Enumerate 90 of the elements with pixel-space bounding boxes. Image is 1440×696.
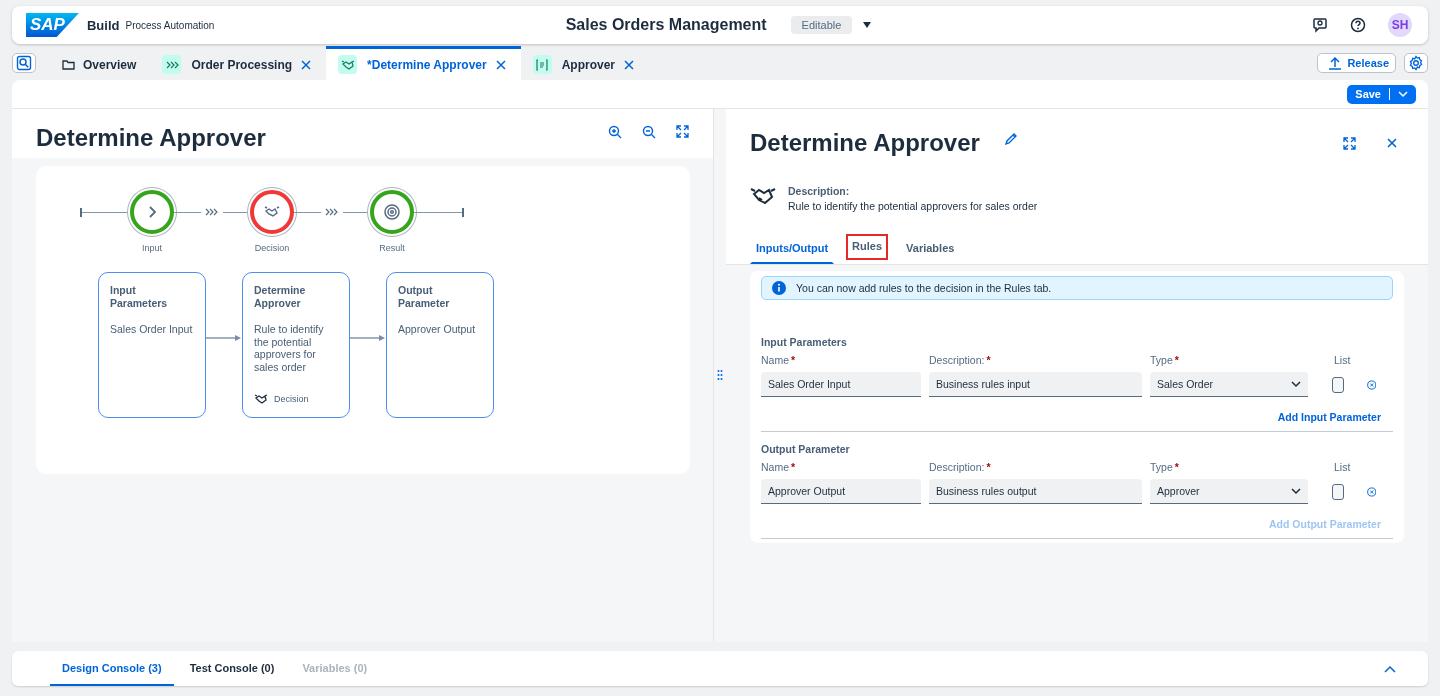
- field-label: Description: *: [929, 461, 992, 473]
- console-tab[interactable]: Design Console (3): [50, 651, 174, 686]
- type-select[interactable]: Approver: [1150, 479, 1308, 504]
- card-text: Sales Order Input: [110, 323, 194, 336]
- project-title: Sales Orders Management: [565, 16, 767, 34]
- product-subtitle: Process Automation: [125, 19, 215, 31]
- release-button[interactable]: Release: [1317, 53, 1396, 73]
- document-icon: [532, 55, 552, 74]
- save-button[interactable]: Save: [1347, 84, 1416, 104]
- settings-button[interactable]: [1404, 53, 1428, 73]
- name-field[interactable]: Approver Output: [761, 479, 921, 504]
- edit-icon[interactable]: [1003, 132, 1018, 146]
- description-text: Rule to identify the potential approvers for sales order: [788, 200, 1038, 212]
- field-label: List: [1333, 354, 1352, 366]
- chevrons-icon: [162, 55, 182, 74]
- type-select[interactable]: Sales Order: [1150, 372, 1308, 397]
- name-field[interactable]: Sales Order Input: [761, 372, 921, 397]
- document-tab[interactable]: *Determine Approver: [326, 46, 521, 80]
- card-title: Determine Approver: [254, 284, 307, 310]
- info-icon: [772, 281, 786, 295]
- document-tab[interactable]: Approver: [520, 46, 650, 80]
- handshake-icon: [254, 393, 268, 405]
- search-button[interactable]: [12, 53, 36, 73]
- handshake-icon: [750, 185, 776, 207]
- field-label: Description: *: [929, 354, 992, 366]
- close-icon[interactable]: [300, 58, 313, 71]
- help-icon[interactable]: [1350, 17, 1366, 33]
- flow-card[interactable]: Determine Approver Rule to identify the potential approvers for sales order Decision: [242, 272, 350, 418]
- upload-icon: [1328, 56, 1343, 70]
- list-checkbox[interactable]: [1332, 483, 1344, 500]
- zoom-out-icon[interactable]: [642, 125, 656, 139]
- dropdown-icon: [1291, 380, 1301, 388]
- remove-icon[interactable]: [1366, 377, 1376, 392]
- panel-tab[interactable]: Variables: [900, 234, 961, 264]
- canvas-title: Determine Approver: [36, 123, 267, 152]
- list-checkbox[interactable]: [1332, 376, 1344, 393]
- fit-screen-icon[interactable]: [1343, 136, 1356, 150]
- flow-card[interactable]: Input Parameters Sales Order Input: [98, 272, 206, 418]
- chevrons-icon: [325, 208, 339, 216]
- field-label: Type *: [1150, 354, 1180, 366]
- info-message: You can now add rules to the decision in the Rules tab.: [796, 282, 1052, 294]
- document-tab[interactable]: Order Processing: [150, 46, 327, 80]
- dropdown-icon: [1291, 487, 1301, 495]
- folder-icon: [62, 59, 75, 70]
- step-label: Result: [379, 243, 405, 253]
- field-label: Type *: [1150, 461, 1180, 473]
- step-label: Decision: [254, 243, 290, 253]
- card-footer-label: Decision: [274, 394, 309, 404]
- description-field[interactable]: Business rules input: [929, 372, 1142, 397]
- product-name: Build: [86, 17, 120, 33]
- chat-icon[interactable]: [1312, 17, 1328, 33]
- target-icon: [383, 203, 401, 221]
- drag-handle-icon[interactable]: [717, 369, 723, 381]
- close-icon[interactable]: [623, 58, 636, 71]
- description-field[interactable]: Business rules output: [929, 479, 1142, 504]
- section-title: Input Parameters: [761, 336, 848, 348]
- step-node[interactable]: [250, 190, 294, 234]
- step-node[interactable]: [130, 190, 174, 234]
- add-parameter-link[interactable]: Add Input Parameter: [1277, 411, 1381, 423]
- arrow: [350, 334, 386, 342]
- step-label: Input: [142, 243, 162, 253]
- arrow: [206, 334, 242, 342]
- section-title: Output Parameter: [761, 443, 851, 455]
- expand-icon[interactable]: [1384, 664, 1396, 673]
- field-label: Name *: [761, 354, 797, 366]
- caret-icon[interactable]: [862, 21, 873, 29]
- fit-screen-icon[interactable]: [676, 125, 689, 138]
- field-label: Name *: [761, 461, 797, 473]
- card-text: Rule to identify the potential approvers for sales order: [254, 323, 325, 374]
- field-label: List: [1333, 461, 1352, 473]
- handshake-icon: [338, 55, 358, 74]
- card-text: Approver Output: [398, 323, 477, 336]
- dropdown-icon[interactable]: [1398, 90, 1408, 98]
- description-label: Description:: [788, 185, 851, 197]
- step-node[interactable]: [370, 190, 414, 234]
- document-tab[interactable]: Overview: [50, 46, 151, 80]
- panel-title: Determine Approver: [750, 129, 980, 157]
- user-avatar[interactable]: SH: [1388, 13, 1412, 37]
- close-icon[interactable]: [1386, 137, 1398, 149]
- card-title: Input Parameters: [110, 284, 169, 310]
- console-tab[interactable]: Test Console (0): [177, 651, 287, 686]
- flow-card[interactable]: Output Parameter Approver Output: [386, 272, 494, 418]
- chevrons-icon: [205, 208, 219, 216]
- close-icon[interactable]: [494, 58, 507, 71]
- status-badge: Editable: [790, 16, 853, 34]
- card-title: Output Parameter: [398, 284, 451, 310]
- sap-logo[interactable]: SAP: [26, 13, 79, 37]
- panel-tab[interactable]: Rules: [846, 234, 889, 260]
- remove-icon[interactable]: [1366, 484, 1376, 499]
- zoom-in-icon[interactable]: [608, 125, 622, 139]
